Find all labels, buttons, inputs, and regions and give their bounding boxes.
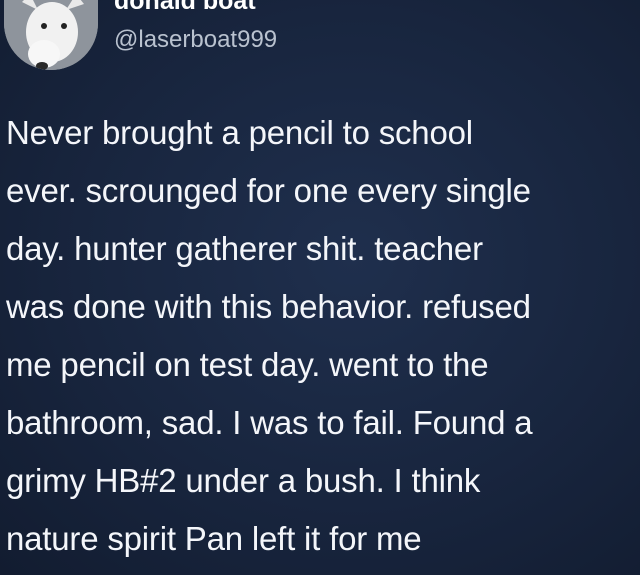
- user-handle[interactable]: @laserboat999: [114, 26, 277, 54]
- tweet-text-line: day. hunter gatherer shit. teacher: [6, 230, 483, 267]
- display-name[interactable]: donald boat: [114, 0, 256, 16]
- tweet-text: Never brought a pencil to school ever. s…: [6, 104, 636, 568]
- tweet-text-line: grimy HB#2 under a bush. I think: [6, 462, 481, 499]
- tweet-text-line: ever. scrounged for one every single: [6, 172, 531, 209]
- dog-avatar-icon[interactable]: [4, 0, 98, 70]
- tweet-text-line: me pencil on test day. went to the: [6, 346, 489, 383]
- tweet-text-line: Never brought a pencil to school: [6, 114, 473, 151]
- tweet-card: donald boat @laserboat999 Never brought …: [0, 0, 640, 575]
- tweet-text-line: bathroom, sad. I was to fail. Found a: [6, 404, 533, 441]
- tweet-text-line: nature spirit Pan left it for me: [6, 520, 422, 557]
- tweet-text-line: was done with this behavior. refused: [6, 288, 531, 325]
